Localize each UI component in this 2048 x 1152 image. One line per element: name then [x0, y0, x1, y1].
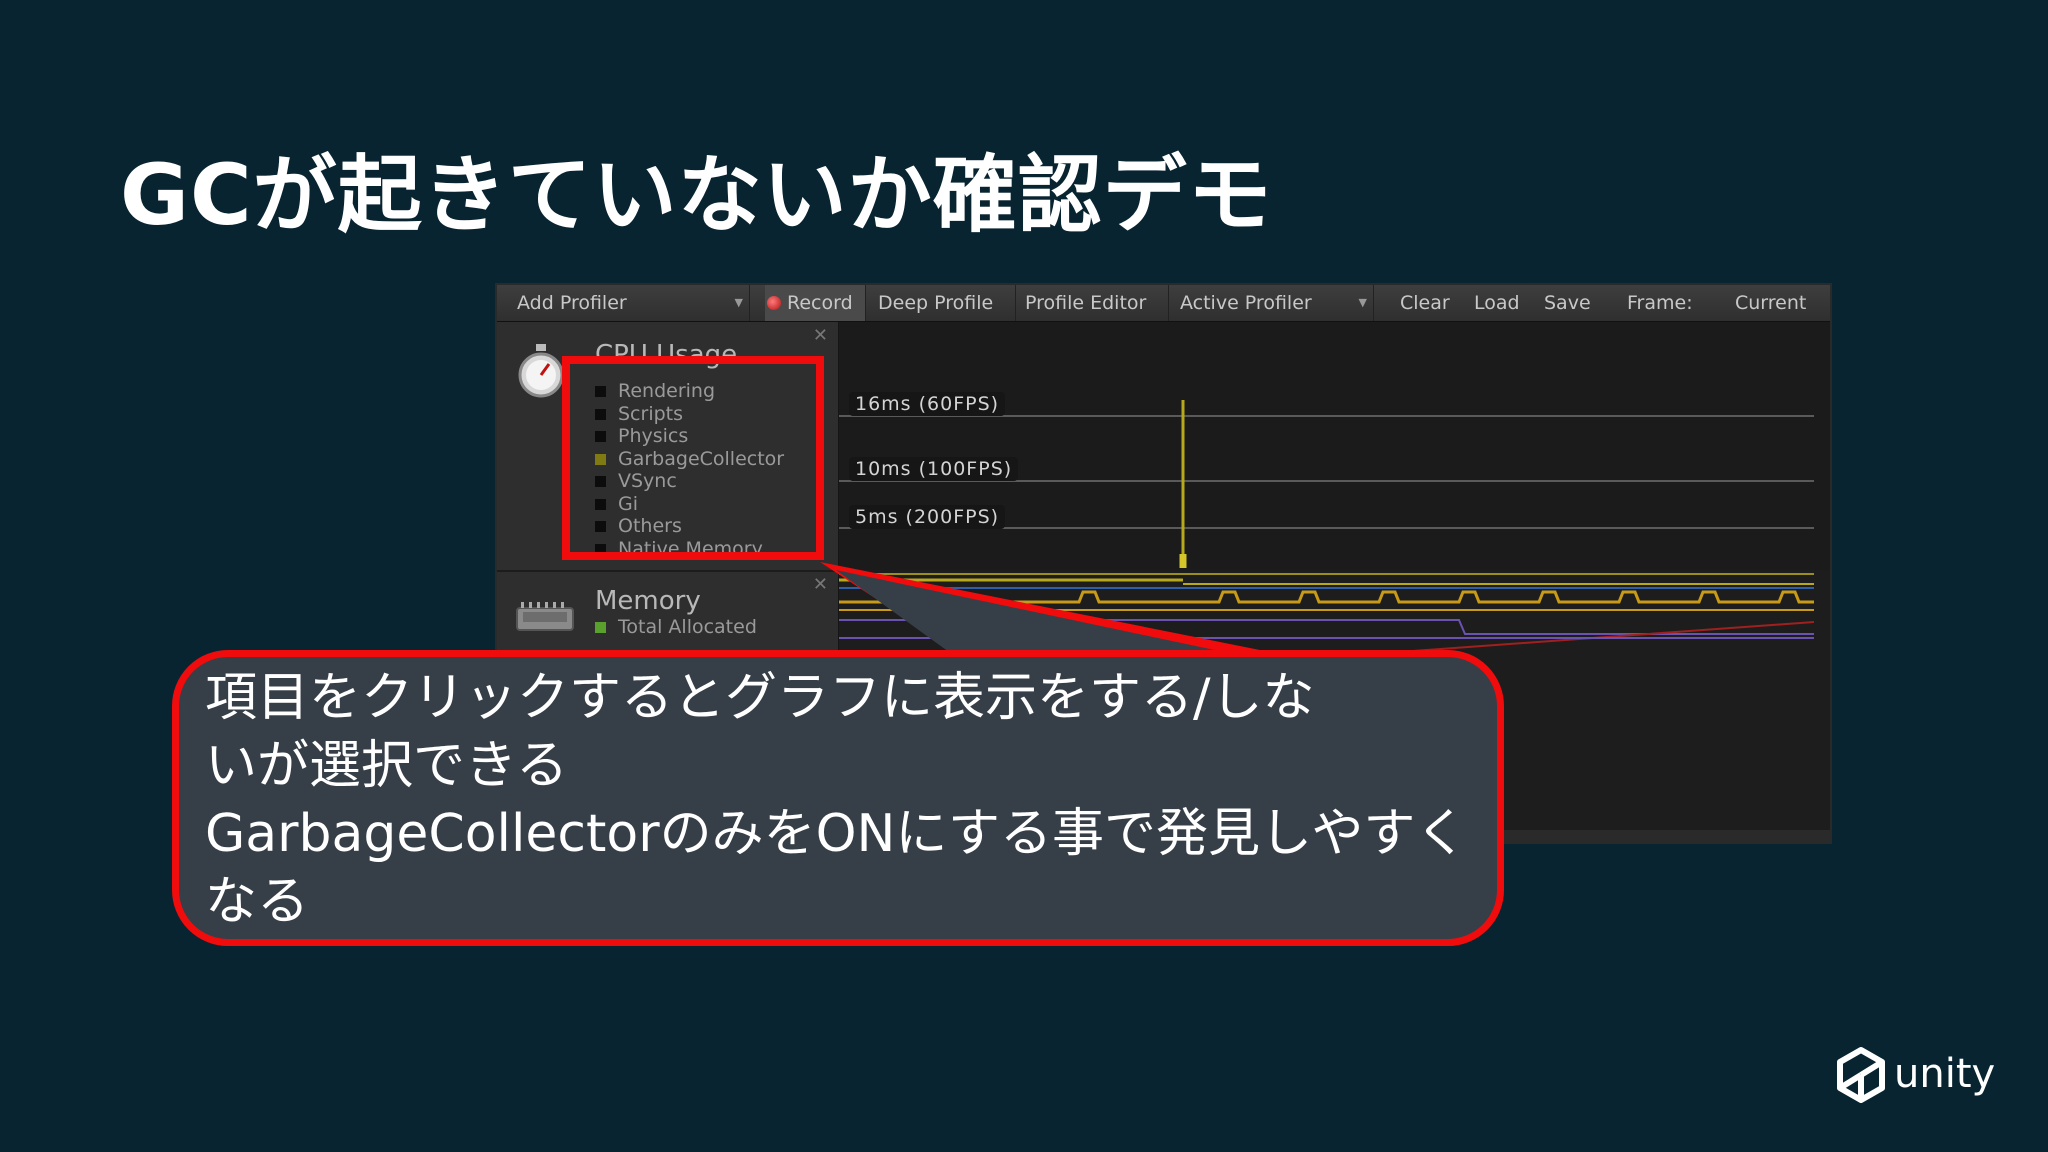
callout-line: なる	[205, 872, 310, 932]
callout-line: GarbageCollectorのみをONにする事で発見しやすく	[205, 804, 1468, 864]
callout-pointer	[820, 562, 1280, 660]
callout-line: 項目をクリックするとグラフに表示をする/しな	[205, 668, 1315, 728]
callout-line: いが選択できる	[205, 736, 568, 796]
unity-logo-icon	[1837, 1047, 1885, 1103]
callout-text: 項目をクリックするとグラフに表示をする/しな いが選択できる GarbageCo…	[205, 664, 1468, 936]
unity-brand-text: unity	[1894, 1051, 1996, 1097]
